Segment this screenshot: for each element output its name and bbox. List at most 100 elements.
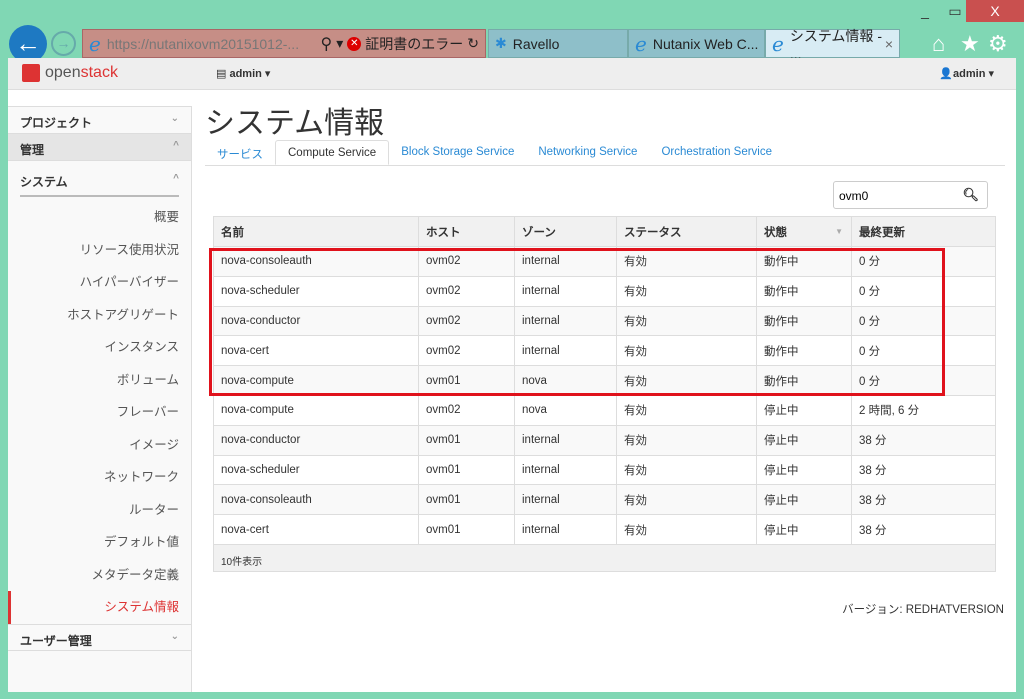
table-cell: 停止中 [757,455,852,485]
table-cell: 38 分 [859,464,887,477]
tab-close-icon[interactable]: × [885,36,893,52]
tab-label: Nutanix Web C... [652,35,759,52]
table-cell: ovm01 [419,425,515,455]
table-cell: 停止中 [757,425,852,455]
column-header[interactable]: ステータス [617,217,757,246]
table-row: nova-scheduler ovm01 internal 有効 停止中 38 分 [214,455,995,486]
chevron-up-icon: ^ [173,140,179,151]
table-row: nova-conductor ovm01 internal 有効 停止中 38 分 [214,425,995,456]
sidebar-admin-label: 管理 [20,143,45,157]
close-window-button[interactable]: X [966,0,1024,22]
sidebar-item[interactable]: フレーバー [8,396,191,429]
sidebar-project-label: プロジェクト [20,116,93,130]
sidebar-system[interactable]: システム ^ [8,161,191,201]
sidebar-item[interactable]: メタデータ定義 [8,559,191,592]
project-label: admin [229,68,262,80]
table-cell: 停止中 [757,485,852,515]
tab-サービス[interactable]: サービス [205,140,275,165]
tab-networking-service[interactable]: Networking Service [526,140,649,165]
sidebar-item[interactable]: ネットワーク [8,461,191,494]
table-cell: 有効 [617,515,757,544]
sidebar: プロジェクト ⌄ 管理 ^ システム ^ 概要 リソース使用状況 ハイパーバイザー ホストア… [8,106,192,692]
table-cell: nova-conductor [214,425,419,455]
page-title: システム情報 [205,107,385,140]
openstack-logo[interactable]: openstack [22,64,118,82]
tab-ravello[interactable]: ✱ Ravello [488,29,628,58]
sidebar-item[interactable]: 概要 [8,201,191,234]
sort-icon[interactable]: ▼ [835,227,843,236]
table-row: nova-cert ovm01 internal 有効 停止中 38 分 [214,515,995,545]
table-row: nova-compute ovm02 nova 有効 停止中 2 時間, 6 分 [214,395,995,426]
search-icon[interactable]: 🔍︎ [962,187,979,203]
sidebar-admin[interactable]: 管理 ^ [8,134,191,161]
home-icon[interactable]: ⌂ [932,31,945,57]
tab-label: システム情報 - ... [789,27,882,62]
table-cell: 有効 [617,395,757,425]
column-header[interactable]: 名前 [214,217,419,246]
openstack-logo-icon [22,64,40,82]
table-cell: nova-consoleauth [214,485,419,515]
sidebar-identity[interactable]: ユーザー管理 ⌄ [8,623,191,651]
table-cell: ovm01 [419,485,515,515]
table-header: 名前 ホスト ゾーン ステータス 状態 ▼ 最終更新 [214,217,995,247]
sidebar-item[interactable]: デフォルト値 [8,526,191,559]
sidebar-item[interactable]: ルーター [8,494,191,527]
table-cell: 停止中 [757,395,852,425]
ie-icon: e [772,31,784,56]
sidebar-item[interactable]: リソース使用状況 [8,234,191,267]
column-header-label: 名前 [221,226,244,239]
tab-nutanix[interactable]: e Nutanix Web C... [628,29,765,58]
column-header[interactable]: 状態 ▼ [757,217,852,246]
table-cell: 有効 [617,425,757,455]
refresh-icon[interactable]: ↻ [467,35,479,52]
sidebar-item[interactable]: ホストアグリゲート [8,299,191,332]
service-tabs: サービス Compute Service Block Storage Service… [205,140,1005,166]
sidebar-item[interactable]: インスタンス [8,331,191,364]
ie-icon: e [89,31,101,56]
project-dropdown[interactable]: ▤ admin ▾ [216,67,270,80]
cert-error[interactable]: ⚲ ▾ ✕ 証明書のエラー ↻ [321,34,479,54]
tab-system-info[interactable]: e システム情報 - ... × [765,28,900,62]
divider [20,195,179,197]
table-footer: 10件表示 [214,544,995,571]
sidebar-project[interactable]: プロジェクト ⌄ [8,107,191,134]
table-cell: 2 時間, 6 分 [859,405,920,418]
table-cell: nova [515,395,617,425]
table-cell: 38 分 [859,435,887,448]
sidebar-item[interactable]: システム情報 [8,591,191,624]
search-icon[interactable]: ⚲ [321,34,333,54]
tab-block-storage-service[interactable]: Block Storage Service [389,140,526,165]
sidebar-item[interactable]: ボリューム [8,364,191,397]
logo-text-accent: stack [80,64,118,81]
tab-compute-service[interactable]: Compute Service [275,140,390,165]
column-header-label: ゾーン [522,226,556,239]
forward-button[interactable]: → [51,31,76,56]
tab-orchestration-service[interactable]: Orchestration Service [649,140,784,165]
star-icon[interactable]: ★ [960,31,980,57]
address-bar[interactable]: e https://nutanixovm20151012-... ⚲ ▾ ✕ 証明書… [82,29,486,58]
column-header[interactable]: ホスト [419,217,515,246]
search-input[interactable]: ovm0 🔍︎ [833,181,988,209]
column-header[interactable]: 最終更新 [852,217,995,246]
table-cell: 38 分 [859,494,887,507]
ie-icon: e [635,31,647,56]
table-cell: ovm01 [419,455,515,485]
sidebar-item[interactable]: イメージ [8,429,191,462]
user-dropdown[interactable]: 👤admin ▾ [939,67,994,80]
minimize-button[interactable]: _ [915,0,935,22]
gear-icon[interactable]: ⚙ [988,31,1008,57]
table-cell: 有効 [617,455,757,485]
highlight-box [209,248,945,396]
column-header-label: 状態 [764,226,787,239]
table-cell: 有効 [617,485,757,515]
sidebar-item[interactable]: ハイパーバイザー [8,266,191,299]
chevron-up-icon: ^ [173,173,179,184]
table-cell: internal [515,485,617,515]
logo-text: openstack [45,64,118,81]
maximize-button[interactable]: ▭ [945,0,965,22]
version-text: バージョン: REDHATVERSION [842,604,1004,616]
column-header-label: ステータス [624,226,682,239]
openstack-header: openstack ▤ admin ▾ 👤admin ▾ [8,58,1016,90]
url-text[interactable]: https://nutanixovm20151012-... [107,36,299,52]
column-header[interactable]: ゾーン [515,217,617,246]
